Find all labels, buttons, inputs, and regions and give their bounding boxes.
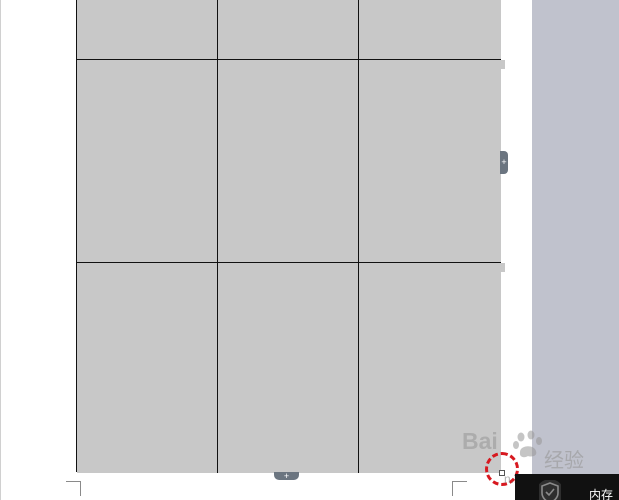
table-cell-r2c3[interactable]	[359, 60, 501, 263]
table[interactable]	[76, 0, 501, 473]
row-end-marker	[500, 263, 505, 272]
watermark-brand: Bai	[462, 428, 498, 454]
table-cell-r3c1[interactable]	[77, 263, 218, 473]
page-corner-mark	[452, 481, 467, 496]
watermark-brand-cn: 经验	[544, 450, 584, 472]
table-cell-r1c3[interactable]	[359, 0, 501, 60]
plus-icon: +	[283, 471, 290, 481]
table-cell-r2c2[interactable]	[218, 60, 359, 263]
page-corner-mark	[66, 481, 81, 496]
table-cell-r1c1[interactable]	[77, 0, 218, 60]
shield-icon	[539, 480, 561, 500]
insert-row-handle[interactable]: +	[274, 471, 299, 481]
insert-column-handle[interactable]: +	[500, 151, 508, 174]
table-cell-r1c2[interactable]	[218, 0, 359, 60]
row-end-marker	[500, 60, 505, 69]
table-cell-r3c2[interactable]	[218, 263, 359, 473]
page-left-edge	[0, 0, 1, 500]
workspace-background	[532, 0, 619, 500]
table-cell-r2c1[interactable]	[77, 60, 218, 263]
plus-icon: +	[501, 157, 507, 167]
document-page: + +	[0, 0, 532, 500]
paw-icon	[513, 430, 542, 458]
popup-text: 内存	[589, 488, 614, 500]
notification-popup[interactable]: 内存	[515, 474, 619, 500]
